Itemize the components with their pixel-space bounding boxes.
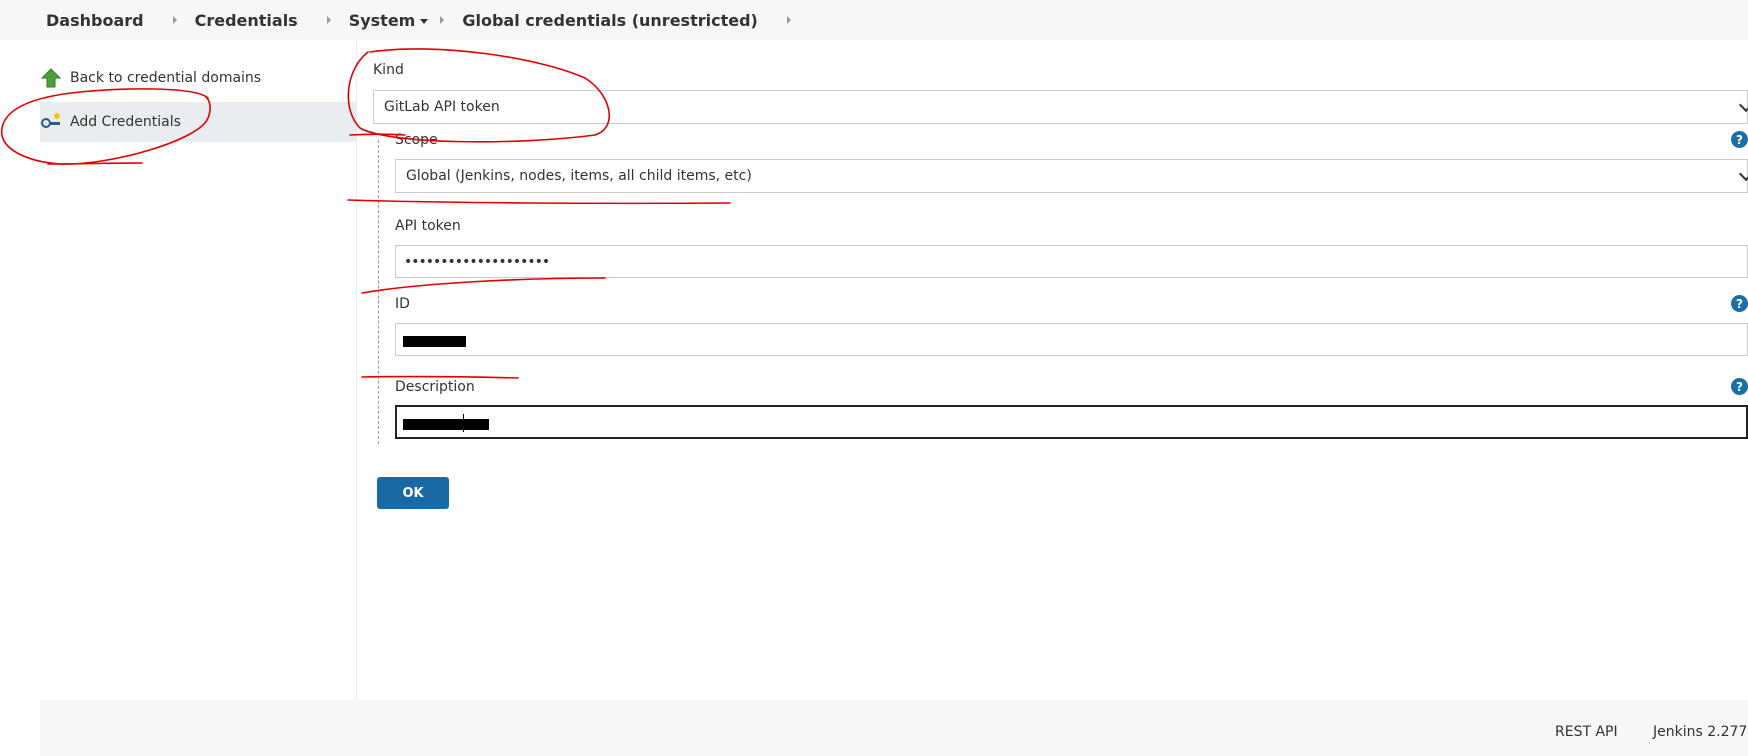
api-token-value: •••••••••••••••••••• — [404, 253, 550, 270]
sidebar-divider — [356, 40, 357, 700]
up-arrow-icon — [40, 67, 62, 89]
breadcrumb-system-label: System — [348, 10, 416, 30]
id-label: ID — [395, 296, 410, 312]
description-help-icon[interactable]: ? — [1731, 378, 1748, 395]
chevron-down-icon — [1738, 166, 1748, 182]
jenkins-version-link[interactable]: Jenkins 2.277.4 — [1653, 724, 1748, 740]
breadcrumb-separator-icon[interactable] — [172, 16, 177, 24]
rest-api-link[interactable]: REST API — [1555, 724, 1618, 740]
scope-label: Scope — [395, 132, 438, 148]
id-redaction — [403, 336, 466, 347]
nested-indent-line — [378, 140, 379, 444]
key-icon — [40, 111, 62, 133]
annotation-underline-scope — [347, 199, 731, 205]
scope-help-icon[interactable]: ? — [1731, 131, 1748, 148]
kind-label: Kind — [373, 62, 404, 78]
footer: REST API Jenkins 2.277.4 — [40, 700, 1748, 756]
kind-select[interactable]: GitLab API token — [373, 90, 1748, 124]
chevron-down-icon — [1738, 97, 1748, 113]
sidebar: Back to credential domains Add Credentia… — [40, 58, 356, 142]
breadcrumb-system[interactable]: System — [349, 11, 429, 30]
sidebar-item-back-to-credential-domains[interactable]: Back to credential domains — [40, 58, 356, 98]
annotation-underline-add-credentials — [47, 162, 143, 165]
breadcrumb-separator-icon[interactable] — [786, 16, 791, 24]
description-field[interactable] — [395, 405, 1748, 439]
description-label: Description — [395, 379, 475, 395]
text-cursor — [463, 414, 464, 432]
breadcrumb-credentials[interactable]: Credentials — [195, 11, 298, 30]
annotation-underline-api-token — [361, 277, 606, 294]
sidebar-item-label: Add Credentials — [70, 114, 181, 130]
sidebar-item-add-credentials[interactable]: Add Credentials — [40, 102, 356, 142]
description-redaction — [403, 419, 489, 430]
caret-down-icon[interactable] — [420, 18, 429, 24]
breadcrumb-separator-icon[interactable] — [326, 16, 331, 24]
id-field[interactable] — [395, 323, 1748, 356]
ok-button[interactable]: OK — [377, 477, 449, 509]
kind-select-value: GitLab API token — [384, 99, 500, 115]
scope-select-value: Global (Jenkins, nodes, items, all child… — [406, 168, 752, 184]
api-token-label: API token — [395, 218, 461, 234]
breadcrumb: Dashboard Credentials System Global cred… — [0, 0, 1748, 40]
scope-select[interactable]: Global (Jenkins, nodes, items, all child… — [395, 159, 1748, 193]
breadcrumb-separator-icon[interactable] — [440, 16, 445, 24]
breadcrumb-dashboard[interactable]: Dashboard — [46, 11, 144, 30]
sidebar-item-label: Back to credential domains — [70, 70, 262, 86]
annotation-underline-id — [361, 375, 519, 379]
api-token-field[interactable]: •••••••••••••••••••• — [395, 245, 1748, 278]
id-help-icon[interactable]: ? — [1731, 295, 1748, 312]
breadcrumb-global-credentials[interactable]: Global credentials (unrestricted) — [462, 11, 757, 30]
